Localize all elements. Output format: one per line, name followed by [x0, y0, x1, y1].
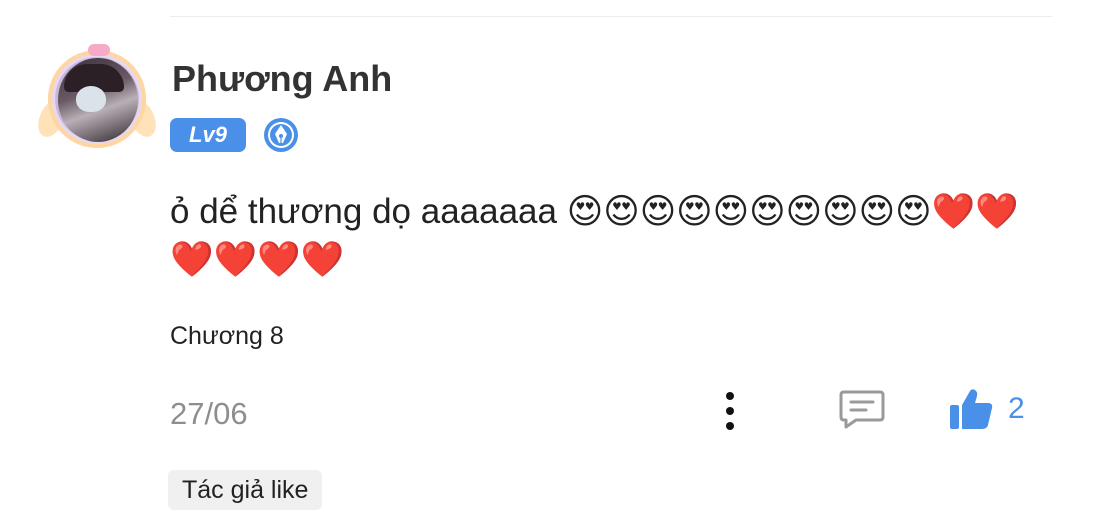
like-button[interactable]: 2 — [948, 386, 1038, 432]
more-vertical-icon[interactable] — [716, 390, 744, 432]
comment-icon[interactable] — [838, 388, 886, 430]
avatar-face — [76, 86, 106, 112]
chapter-link[interactable]: Chương 8 — [170, 322, 284, 351]
comment-date: 27/06 — [170, 396, 248, 431]
thumbs-up-icon — [950, 389, 993, 429]
author-like-badge: Tác giả like — [168, 470, 323, 510]
comment-body: ỏ dể thương dọ aaaaaaa — [170, 192, 557, 231]
level-badge: Lv9 — [170, 118, 246, 152]
username[interactable]: Phương Anh — [172, 58, 392, 100]
like-count: 2 — [1008, 392, 1025, 425]
more-dot — [726, 422, 734, 430]
more-dot — [726, 407, 734, 415]
more-dot — [726, 392, 734, 400]
avatar-frame-bow — [88, 44, 110, 56]
pen-nib-icon — [263, 117, 299, 153]
avatar[interactable] — [32, 44, 162, 156]
top-divider — [170, 16, 1052, 17]
comment-text: ỏ dể thương dọ aaaaaaa 😍😍😍😍😍😍😍😍😍😍❤️❤️❤️❤… — [170, 188, 1060, 284]
avatar-image — [58, 58, 138, 142]
